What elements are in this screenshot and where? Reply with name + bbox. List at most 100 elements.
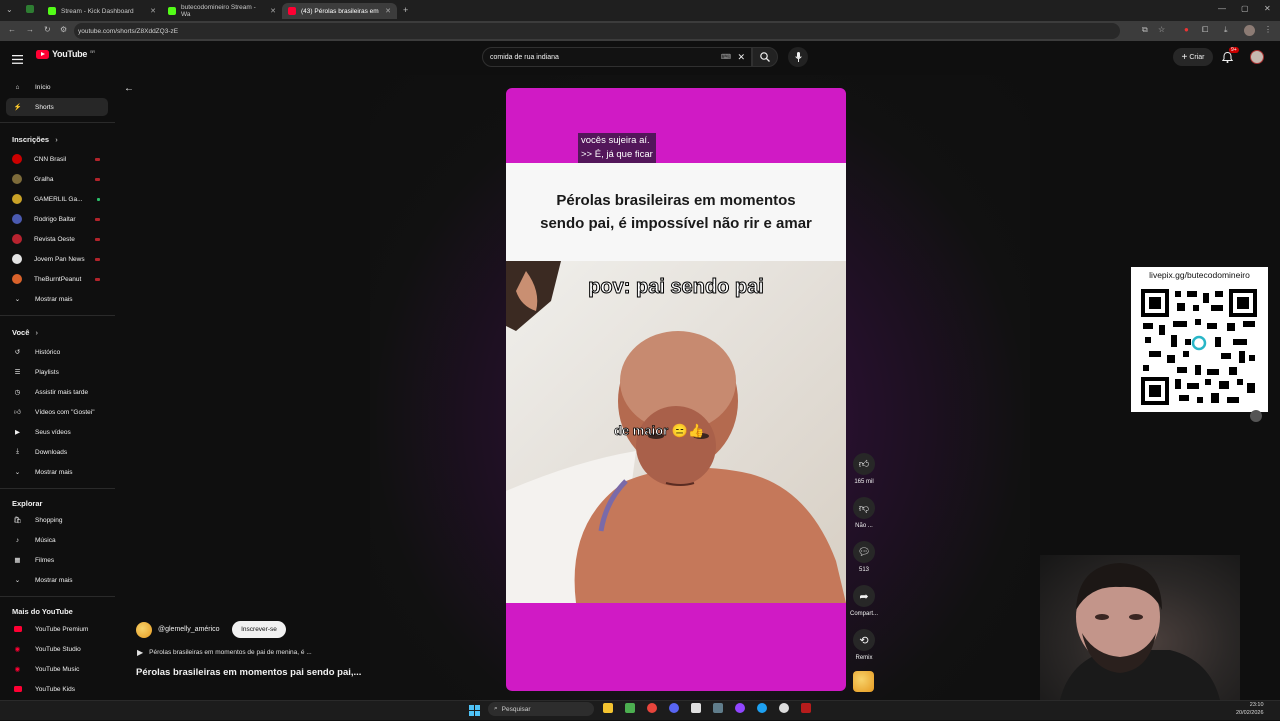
close-tab-icon[interactable]: ✕ (150, 7, 156, 15)
youtube-play-icon (36, 49, 49, 59)
close-tab-icon[interactable]: ✕ (385, 7, 391, 15)
taskbar-search[interactable]: ⌕ Pesquisar (488, 702, 594, 716)
sidebar-sub-gamerlil[interactable]: GAMERLIL Ga... (6, 190, 108, 208)
sidebar-sub-cnn-brasil[interactable]: CNN Brasil (6, 150, 108, 168)
sidebar-item-shopping[interactable]: 🛍︎ Shopping (6, 511, 108, 529)
bookmark-star-icon[interactable]: ☆ (1158, 25, 1165, 34)
app-icon[interactable] (713, 703, 723, 713)
channel-handle[interactable]: @glemelly_américo (158, 626, 220, 633)
tab-youtube-short[interactable]: (43) Pérolas brasileiras em ✕ (282, 3, 397, 19)
edge-icon[interactable] (757, 703, 767, 713)
kick-icon (168, 7, 176, 15)
related-video-link[interactable]: ▶ Pérolas brasileiras em momentos de pai… (137, 648, 312, 657)
sidebar-sub-rodrigo-baltar[interactable]: Rodrigo Baltar (6, 210, 108, 228)
sidebar-item-youtube-kids[interactable]: YouTube Kids (6, 680, 108, 698)
chrome-icon[interactable] (647, 703, 657, 713)
search-button[interactable] (752, 47, 778, 67)
sidebar-item-home[interactable]: ⌂ Início (6, 78, 108, 96)
minimize-icon[interactable]: — (1218, 4, 1226, 13)
clear-search-icon[interactable]: ✕ (737, 52, 745, 63)
collapse-back-arrow-icon[interactable]: ← (124, 83, 134, 94)
microphone-icon (794, 52, 802, 62)
subscriptions-heading[interactable]: Inscrições › (12, 135, 58, 144)
discord-icon[interactable] (669, 703, 679, 713)
sound-thumbnail[interactable] (853, 671, 874, 692)
subscribe-button[interactable]: Inscrever-se (232, 621, 286, 638)
remix-icon: ⟲ (859, 634, 869, 647)
streamer-webcam (1040, 555, 1240, 700)
comments-button[interactable]: 💬︎ (853, 541, 875, 563)
taskbar-clock[interactable]: 23:10 20/02/2026 (1236, 701, 1264, 717)
sidebar-explore-show-more[interactable]: ⌄ Mostrar mais (6, 571, 108, 589)
sidebar-item-shorts[interactable]: ⚡ Shorts (6, 98, 108, 116)
remix-button[interactable]: ⟲ (853, 629, 875, 651)
divider (0, 122, 115, 123)
dislike-button[interactable]: 👎︎ (853, 497, 875, 519)
browser-profile-avatar[interactable] (1244, 25, 1255, 36)
sidebar-item-your-videos[interactable]: ▶ Seus vídeos (6, 423, 108, 441)
tab-kick-dashboard[interactable]: Stream - Kick Dashboard ✕ (42, 3, 162, 19)
channel-avatar[interactable] (136, 622, 152, 638)
sidebar-sub-theburntpeanut[interactable]: TheBurntPeanut (6, 270, 108, 288)
new-tab-icon[interactable]: + (403, 5, 408, 15)
home-icon: ⌂ (15, 83, 20, 91)
like-count: 165 mil (854, 479, 874, 485)
divider (0, 315, 115, 316)
more-from-youtube-heading: Mais do YouTube (12, 607, 73, 616)
settings-icon[interactable] (779, 703, 789, 713)
forward-icon[interactable]: → (26, 25, 34, 34)
thumbs-down-icon: 👎︎ (858, 503, 870, 514)
reload-icon[interactable]: ↻ (44, 25, 51, 34)
store-icon[interactable] (625, 703, 635, 713)
sidebar-item-liked-videos[interactable]: 👍︎ Vídeos com "Gostei" (6, 403, 108, 421)
tab-group-icon[interactable] (26, 5, 34, 13)
sidebar-sub-jovem-pan-news[interactable]: Jovem Pan News (6, 250, 108, 268)
sidebar-item-movies[interactable]: ▦ Filmes (6, 551, 108, 569)
file-explorer-icon[interactable] (603, 703, 613, 713)
sidebar-you-show-more[interactable]: ⌄ Mostrar mais (6, 463, 108, 481)
sidebar-item-youtube-music[interactable]: ◉ YouTube Music (6, 660, 108, 678)
you-heading[interactable]: Você › (12, 328, 38, 337)
keyboard-icon[interactable]: ⌨ (721, 53, 731, 61)
recording-app-icon[interactable] (801, 703, 811, 713)
hamburger-menu-icon[interactable] (12, 51, 23, 69)
sidebar-item-downloads[interactable]: ⤓ Downloads (6, 443, 108, 461)
share-button[interactable]: ➦ (853, 585, 875, 607)
site-info-icon[interactable]: ⚙ (60, 25, 67, 34)
sidebar-subs-show-more[interactable]: ⌄ Mostrar mais (6, 290, 108, 308)
like-button[interactable]: 👍︎ (853, 453, 875, 475)
sidebar-item-music[interactable]: ♪ Música (6, 531, 108, 549)
url-field[interactable]: youtube.com/shorts/Z8XddZQ3-zE (74, 23, 1120, 39)
tab-kick-stream[interactable]: butecodomineiro Stream - Wa ✕ (162, 3, 282, 19)
back-icon[interactable]: ← (8, 25, 16, 34)
notepad-icon[interactable] (691, 703, 701, 713)
twitch-icon[interactable] (735, 703, 745, 713)
sidebar-item-playlists[interactable]: ☰ Playlists (6, 363, 108, 381)
video-overlay-text-middle: de maior 😑👍 (614, 423, 705, 439)
extension-record-icon[interactable]: ● (1184, 25, 1189, 34)
extensions-icon[interactable]: ⧠ (1202, 25, 1208, 35)
search-input[interactable]: comida de rua indiana ⌨ ✕ (482, 47, 752, 67)
video-title[interactable]: Pérolas brasileiras em momentos pai send… (136, 667, 361, 678)
scroll-down-button[interactable] (1250, 410, 1262, 422)
tab-list-icon[interactable]: ⌄ (6, 5, 13, 14)
sidebar-item-youtube-studio[interactable]: ◉ YouTube Studio (6, 640, 108, 658)
sidebar-item-watch-later[interactable]: ◷ Assistir mais tarde (6, 383, 108, 401)
close-window-icon[interactable]: ✕ (1264, 4, 1271, 13)
your-videos-icon: ▶ (15, 429, 20, 436)
sidebar-item-history[interactable]: ↺ Histórico (6, 343, 108, 361)
sidebar-sub-gralha[interactable]: Gralha (6, 170, 108, 188)
download-icon[interactable]: ⤓ (1224, 25, 1228, 35)
voice-search-button[interactable] (788, 47, 808, 67)
sidebar-item-youtube-premium[interactable]: YouTube Premium (6, 620, 108, 638)
close-tab-icon[interactable]: ✕ (270, 7, 276, 15)
account-avatar[interactable] (1250, 50, 1264, 64)
browser-menu-icon[interactable]: ⋮ (1264, 25, 1272, 34)
create-button[interactable]: + Criar (1173, 48, 1213, 66)
sidebar-sub-revista-oeste[interactable]: Revista Oeste (6, 230, 108, 248)
youtube-logo[interactable]: YouTube BR (36, 49, 95, 59)
clock-icon: ◷ (14, 389, 21, 396)
windows-start-icon[interactable] (469, 703, 480, 721)
cast-icon[interactable]: ⧉ (1142, 25, 1148, 35)
maximize-icon[interactable]: ▢ (1241, 4, 1249, 13)
